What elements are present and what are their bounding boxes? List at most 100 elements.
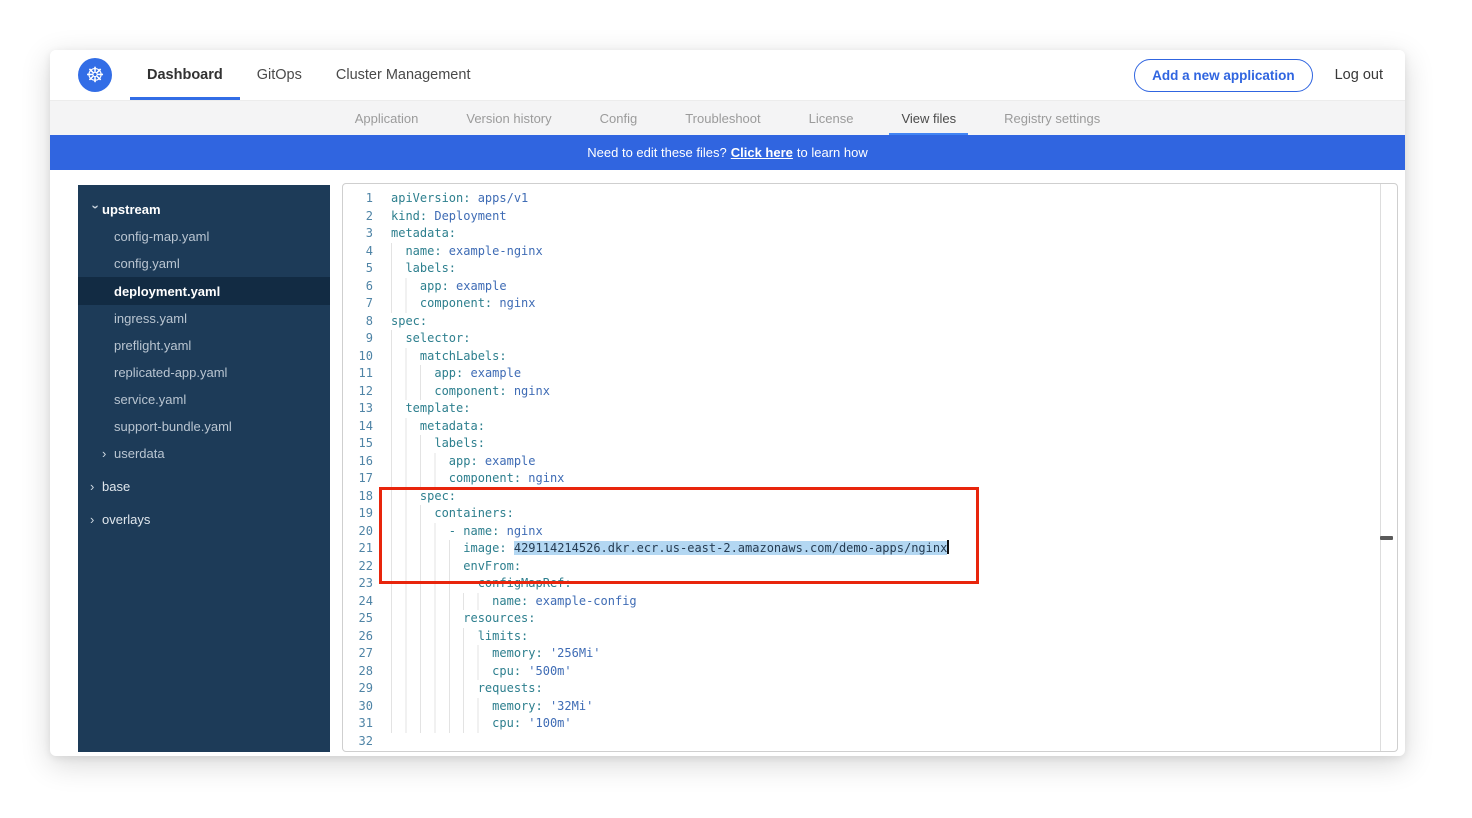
code-line[interactable]: 10 matchLabels: bbox=[343, 348, 1397, 366]
code-text: cpu: '500m' bbox=[391, 663, 572, 681]
nav-item-dashboard[interactable]: Dashboard bbox=[130, 50, 240, 100]
code-line[interactable]: 20 - name: nginx bbox=[343, 523, 1397, 541]
file-item-support-bundle-yaml[interactable]: support-bundle.yaml bbox=[78, 413, 330, 440]
tab-application[interactable]: Application bbox=[331, 101, 443, 136]
code-line[interactable]: 22 envFrom: bbox=[343, 558, 1397, 576]
code-line[interactable]: 21 image: 429114214526.dkr.ecr.us-east-2… bbox=[343, 540, 1397, 558]
chevron-right-icon: › bbox=[90, 513, 102, 526]
file-item-preflight-yaml[interactable]: preflight.yaml bbox=[78, 332, 330, 359]
code-text: memory: '256Mi' bbox=[391, 645, 601, 663]
line-number: 19 bbox=[343, 505, 373, 523]
file-item-service-yaml[interactable]: service.yaml bbox=[78, 386, 330, 413]
line-number: 28 bbox=[343, 663, 373, 681]
tab-registry-settings[interactable]: Registry settings bbox=[980, 101, 1124, 136]
line-number: 2 bbox=[343, 208, 373, 226]
code-line[interactable]: 11 app: example bbox=[343, 365, 1397, 383]
code-line[interactable]: 24 name: example-config bbox=[343, 593, 1397, 611]
tab-license[interactable]: License bbox=[785, 101, 878, 136]
tab-version-history[interactable]: Version history bbox=[442, 101, 575, 136]
code-line[interactable]: 27 memory: '256Mi' bbox=[343, 645, 1397, 663]
code-line[interactable]: 23 - configMapRef: bbox=[343, 575, 1397, 593]
code-text: name: example-config bbox=[391, 593, 637, 611]
folder-item-upstream[interactable]: ›upstream bbox=[78, 196, 330, 223]
code-editor[interactable]: 1apiVersion: apps/v12kind: Deployment3me… bbox=[342, 183, 1398, 752]
code-line[interactable]: 19 containers: bbox=[343, 505, 1397, 523]
selected-text[interactable]: 429114214526.dkr.ecr.us-east-2.amazonaws… bbox=[514, 541, 947, 555]
file-item-replicated-app-yaml[interactable]: replicated-app.yaml bbox=[78, 359, 330, 386]
nav-item-cluster-management[interactable]: Cluster Management bbox=[319, 50, 488, 100]
logout-link[interactable]: Log out bbox=[1335, 67, 1383, 83]
code-text: requests: bbox=[391, 680, 543, 698]
editor-scrollbar-track bbox=[1380, 184, 1381, 751]
tab-config[interactable]: Config bbox=[576, 101, 662, 136]
top-header: ☸ DashboardGitOpsCluster Management Add … bbox=[50, 50, 1405, 100]
code-text: component: nginx bbox=[391, 295, 536, 313]
line-number: 25 bbox=[343, 610, 373, 628]
code-text: selector: bbox=[391, 330, 470, 348]
code-text: spec: bbox=[391, 488, 456, 506]
code-line[interactable]: 29 requests: bbox=[343, 680, 1397, 698]
line-number: 17 bbox=[343, 470, 373, 488]
tab-troubleshoot[interactable]: Troubleshoot bbox=[661, 101, 784, 136]
line-number: 20 bbox=[343, 523, 373, 541]
code-line[interactable]: 31 cpu: '100m' bbox=[343, 715, 1397, 733]
chevron-right-icon: › bbox=[90, 480, 102, 493]
tree-item-label: replicated-app.yaml bbox=[114, 365, 227, 380]
code-line[interactable]: 4 name: example-nginx bbox=[343, 243, 1397, 261]
file-item-ingress-yaml[interactable]: ingress.yaml bbox=[78, 305, 330, 332]
code-line[interactable]: 1apiVersion: apps/v1 bbox=[343, 190, 1397, 208]
line-number: 6 bbox=[343, 278, 373, 296]
code-text: matchLabels: bbox=[391, 348, 507, 366]
code-line[interactable]: 16 app: example bbox=[343, 453, 1397, 471]
code-lines: 1apiVersion: apps/v12kind: Deployment3me… bbox=[343, 190, 1397, 750]
folder-item-userdata[interactable]: ›userdata bbox=[78, 440, 330, 467]
editor-scrollbar-thumb[interactable] bbox=[1380, 536, 1393, 540]
code-line[interactable]: 9 selector: bbox=[343, 330, 1397, 348]
code-line[interactable]: 2kind: Deployment bbox=[343, 208, 1397, 226]
code-line[interactable]: 13 template: bbox=[343, 400, 1397, 418]
code-line[interactable]: 6 app: example bbox=[343, 278, 1397, 296]
code-line[interactable]: 26 limits: bbox=[343, 628, 1397, 646]
tree-item-label: service.yaml bbox=[114, 392, 186, 407]
tab-view-files[interactable]: View files bbox=[877, 101, 980, 136]
line-number: 32 bbox=[343, 733, 373, 751]
code-text: image: 429114214526.dkr.ecr.us-east-2.am… bbox=[391, 540, 949, 558]
text-cursor bbox=[947, 540, 949, 554]
line-number: 23 bbox=[343, 575, 373, 593]
code-line[interactable]: 25 resources: bbox=[343, 610, 1397, 628]
code-line[interactable]: 12 component: nginx bbox=[343, 383, 1397, 401]
line-number: 26 bbox=[343, 628, 373, 646]
code-line[interactable]: 5 labels: bbox=[343, 260, 1397, 278]
file-item-config-map-yaml[interactable]: config-map.yaml bbox=[78, 223, 330, 250]
click-here-link[interactable]: Click here bbox=[731, 145, 793, 160]
code-line[interactable]: 32 bbox=[343, 733, 1397, 751]
code-text: apiVersion: apps/v1 bbox=[391, 190, 528, 208]
folder-item-overlays[interactable]: ›overlays bbox=[78, 506, 330, 533]
line-number: 18 bbox=[343, 488, 373, 506]
tree-item-label: support-bundle.yaml bbox=[114, 419, 232, 434]
tree-item-label: base bbox=[102, 479, 130, 494]
code-line[interactable]: 14 metadata: bbox=[343, 418, 1397, 436]
code-line[interactable]: 28 cpu: '500m' bbox=[343, 663, 1397, 681]
code-line[interactable]: 7 component: nginx bbox=[343, 295, 1397, 313]
code-text: memory: '32Mi' bbox=[391, 698, 593, 716]
tree-item-label: upstream bbox=[102, 202, 161, 217]
folder-item-base[interactable]: ›base bbox=[78, 473, 330, 500]
file-tree-sidebar: ›upstreamconfig-map.yamlconfig.yamldeplo… bbox=[78, 185, 330, 752]
code-line[interactable]: 17 component: nginx bbox=[343, 470, 1397, 488]
code-line[interactable]: 18 spec: bbox=[343, 488, 1397, 506]
line-number: 4 bbox=[343, 243, 373, 261]
code-text: metadata: bbox=[391, 225, 456, 243]
line-number: 15 bbox=[343, 435, 373, 453]
line-number: 29 bbox=[343, 680, 373, 698]
code-line[interactable]: 30 memory: '32Mi' bbox=[343, 698, 1397, 716]
code-line[interactable]: 15 labels: bbox=[343, 435, 1397, 453]
line-number: 27 bbox=[343, 645, 373, 663]
nav-item-gitops[interactable]: GitOps bbox=[240, 50, 319, 100]
add-application-button[interactable]: Add a new application bbox=[1134, 59, 1313, 92]
code-line[interactable]: 3metadata: bbox=[343, 225, 1397, 243]
file-item-deployment-yaml[interactable]: deployment.yaml bbox=[78, 277, 330, 305]
code-line[interactable]: 8spec: bbox=[343, 313, 1397, 331]
file-item-config-yaml[interactable]: config.yaml bbox=[78, 250, 330, 277]
line-number: 10 bbox=[343, 348, 373, 366]
